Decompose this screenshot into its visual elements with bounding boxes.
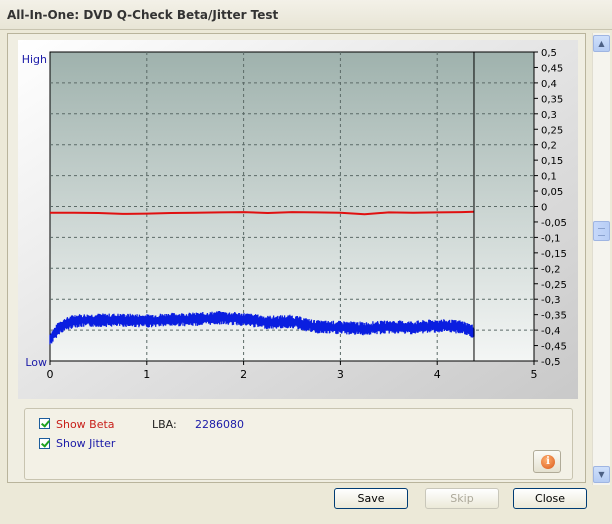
y-tick-label: -0,25: [541, 280, 567, 291]
lba-value: 2286080: [195, 418, 244, 431]
y-tick-label: 0: [541, 203, 547, 214]
y-tick-label: 0,5: [541, 48, 557, 59]
scroll-thumb[interactable]: [593, 221, 610, 241]
save-button[interactable]: Save: [334, 488, 408, 509]
beta-jitter-chart: 0 1 2 3 4 5 0,5 0,45 0,4 0,35 0,3 0,25 0,2 0,15 0,1 0,0…: [18, 40, 578, 399]
y-tick-label: -0,35: [541, 311, 567, 322]
x-tick-label: 1: [143, 368, 150, 381]
y-tick-label: -0,15: [541, 249, 567, 260]
close-button[interactable]: Close: [513, 488, 587, 509]
y-tick-label: -0,3: [541, 295, 561, 306]
x-tick-label: 3: [337, 368, 344, 381]
y-tick-label: -0,5: [541, 357, 561, 368]
y-tick-label: -0,1: [541, 233, 561, 244]
chevron-up-icon[interactable]: ▲: [593, 35, 610, 52]
y-tick-label: -0,45: [541, 342, 567, 353]
window-title: All-In-One: DVD Q-Check Beta/Jitter Test: [7, 8, 279, 22]
vertical-scrollbar[interactable]: ▲ ▼: [592, 33, 610, 485]
title-bar: All-In-One: DVD Q-Check Beta/Jitter Test: [0, 0, 612, 30]
show-jitter-checkbox[interactable]: [39, 438, 50, 449]
y-tick-label: 0,45: [541, 63, 563, 74]
y-tick-label: 0,2: [541, 141, 557, 152]
x-tick-label: 2: [240, 368, 247, 381]
y-tick-label: -0,05: [541, 218, 567, 229]
y-low-label: Low: [25, 356, 47, 369]
y-tick-label: 0,4: [541, 79, 557, 90]
y-tick-label: 0,1: [541, 172, 557, 183]
y-high-label: High: [22, 53, 47, 66]
chevron-down-icon[interactable]: ▼: [593, 466, 610, 483]
y-tick-label: 0,05: [541, 187, 563, 198]
show-beta-checkbox[interactable]: [39, 418, 50, 429]
y-tick-label: -0,2: [541, 264, 561, 275]
chart-area: 0 1 2 3 4 5 0,5 0,45 0,4 0,35 0,3 0,25 0,2 0,15 0,1 0,0…: [18, 40, 578, 399]
y-tick-label: 0,3: [541, 110, 557, 121]
show-jitter-label[interactable]: Show Jitter: [56, 437, 115, 450]
x-tick-label: 4: [434, 368, 441, 381]
info-button[interactable]: i: [533, 450, 561, 473]
y-tick-label: 0,35: [541, 94, 563, 105]
y-tick-label: 0,25: [541, 125, 563, 136]
x-tick-label: 5: [531, 368, 538, 381]
y-tick-label: 0,15: [541, 156, 563, 167]
y-tick-label: -0,4: [541, 326, 561, 337]
lba-label: LBA:: [152, 418, 177, 431]
info-icon: i: [541, 455, 555, 469]
show-beta-label[interactable]: Show Beta: [56, 418, 115, 431]
skip-button[interactable]: Skip: [425, 488, 499, 509]
x-tick-label: 0: [47, 368, 54, 381]
